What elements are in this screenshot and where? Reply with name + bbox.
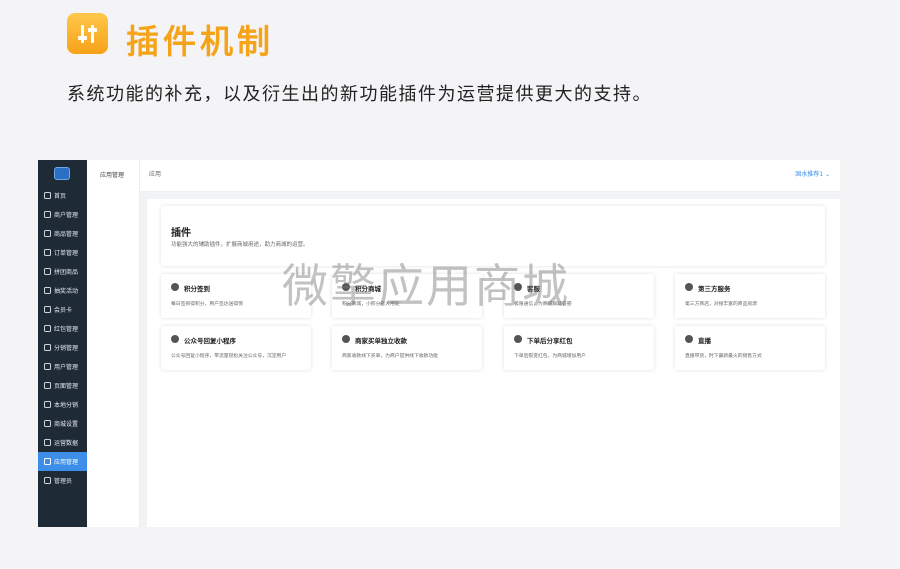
plugin-card-title: 第三方服务 bbox=[698, 285, 731, 293]
plugin-icon bbox=[685, 283, 693, 291]
sidebar-item-distribution[interactable]: 分销管理 bbox=[38, 338, 87, 357]
breadcrumb[interactable]: 应用 bbox=[149, 169, 161, 178]
user-icon bbox=[44, 363, 51, 370]
plugin-card-desc: 商家收款线下买单，为商户提供线下收款功能 bbox=[342, 354, 438, 359]
sidebar-item-home[interactable]: 首页 bbox=[38, 186, 87, 205]
plugin-icon bbox=[685, 335, 693, 343]
sidebar-item-label: 抽奖活动 bbox=[54, 288, 79, 295]
sidebar-item-operations-data[interactable]: 运营数据 bbox=[38, 433, 87, 452]
sidebar-item-label: 本地分销 bbox=[54, 402, 79, 409]
page-icon bbox=[44, 382, 51, 389]
plugin-card-title: 下单后分享红包 bbox=[527, 337, 573, 345]
plugin-card-desc: 公众号回复小程序，带流量轻松关注公众号，沉淀用户 bbox=[171, 354, 287, 359]
admin-icon bbox=[44, 477, 51, 484]
sidebar-item-merchants[interactable]: 商户管理 bbox=[38, 205, 87, 224]
plugin-card-desc: 下单后裂变红包，为商城增加用户 bbox=[514, 354, 586, 359]
sidebar-item-red-packet[interactable]: 红包管理 bbox=[38, 319, 87, 338]
sidebar-item-label: 订单管理 bbox=[54, 250, 79, 257]
sidebar-item-pages[interactable]: 页面管理 bbox=[38, 376, 87, 395]
sidebar-item-label: 页面管理 bbox=[54, 383, 79, 390]
sidebar-item-label: 管理员 bbox=[54, 478, 73, 485]
distribution-icon bbox=[44, 344, 51, 351]
plugin-card-title: 积分签到 bbox=[184, 285, 210, 293]
plugin-card-desc: 每日签到得积分，用户签达送得惊 bbox=[171, 302, 243, 307]
plugin-card[interactable]: 商家买单独立收款 商家收款线下买单，为商户提供线下收款功能 bbox=[332, 326, 482, 370]
plugin-card-desc: 直播带货，时下最新最火的销售方式 bbox=[685, 354, 762, 359]
sidebar-item-label: 商城设置 bbox=[54, 421, 79, 428]
sidebar-item-lottery[interactable]: 抽奖活动 bbox=[38, 281, 87, 300]
plugin-section-title: 插件 bbox=[171, 228, 191, 239]
plugin-card-title: 直播 bbox=[698, 337, 711, 345]
group-icon bbox=[44, 268, 51, 275]
plugin-icon bbox=[171, 335, 179, 343]
sidebar-item-label: 运营数据 bbox=[54, 440, 79, 447]
sidebar: 首页 商户管理 商品管理 订单管理 拼团商品 抽奖活动 会员卡 红包管理 分销管… bbox=[38, 160, 87, 527]
sidebar-item-label: 分销管理 bbox=[54, 345, 79, 352]
cart-icon bbox=[44, 420, 51, 427]
top-bar: 应用 固水推荐1 ⌄ bbox=[140, 160, 840, 192]
watermark: 微擎应用商城 bbox=[282, 259, 570, 313]
sub-navigation: 应用管理 bbox=[87, 160, 140, 527]
plugin-card-title: 公众号回复小程序 bbox=[184, 337, 236, 345]
store-selector[interactable]: 固水推荐1 ⌄ bbox=[795, 169, 830, 178]
gift-icon bbox=[44, 287, 51, 294]
location-icon bbox=[44, 401, 51, 408]
sidebar-item-label: 会员卡 bbox=[54, 307, 73, 314]
sidebar-item-users[interactable]: 用户管理 bbox=[38, 357, 87, 376]
app-logo bbox=[54, 167, 70, 180]
plugin-icon bbox=[514, 335, 522, 343]
order-icon bbox=[44, 249, 51, 256]
sidebar-item-app-management[interactable]: 应用管理 bbox=[38, 452, 87, 471]
plugin-card[interactable]: 公众号回复小程序 公众号回复小程序，带流量轻松关注公众号，沉淀用户 bbox=[161, 326, 311, 370]
plugin-card[interactable]: 下单后分享红包 下单后裂变红包，为商城增加用户 bbox=[504, 326, 654, 370]
plugin-icon bbox=[171, 283, 179, 291]
page-title: 插件机制 bbox=[126, 22, 274, 61]
chart-icon bbox=[44, 439, 51, 446]
sidebar-item-goods[interactable]: 商品管理 bbox=[38, 224, 87, 243]
sidebar-item-group-buy[interactable]: 拼团商品 bbox=[38, 262, 87, 281]
plugin-card-desc: 第三方商店，对接丰富的商品资源 bbox=[685, 302, 757, 307]
sidebar-item-label: 首页 bbox=[54, 193, 67, 200]
sidebar-item-orders[interactable]: 订单管理 bbox=[38, 243, 87, 262]
sidebar-item-local-distribution[interactable]: 本地分销 bbox=[38, 395, 87, 414]
sidebar-item-label: 商品管理 bbox=[54, 231, 79, 238]
sidebar-item-label: 拼团商品 bbox=[54, 269, 79, 276]
plugin-card[interactable]: 直播 直播带货，时下最新最火的销售方式 bbox=[675, 326, 825, 370]
goods-icon bbox=[44, 230, 51, 237]
sidebar-item-mall-settings[interactable]: 商城设置 bbox=[38, 414, 87, 433]
home-icon bbox=[44, 192, 51, 199]
subnav-item-app-management[interactable]: 应用管理 bbox=[100, 170, 124, 179]
plugin-panel: 插件 功能强大的辅助插件，扩展商城用途，助力商城的运营。 积分签到 每日签到得积… bbox=[147, 199, 840, 527]
sidebar-item-label: 应用管理 bbox=[54, 459, 79, 466]
store-icon bbox=[44, 211, 51, 218]
plugin-card[interactable]: 第三方服务 第三方商店，对接丰富的商品资源 bbox=[675, 274, 825, 318]
card-icon bbox=[44, 306, 51, 313]
page-subtitle: 系统功能的补充，以及衍生出的新功能插件为运营提供更大的支持。 bbox=[67, 84, 652, 105]
redpacket-icon bbox=[44, 325, 51, 332]
sidebar-item-admins[interactable]: 管理员 bbox=[38, 471, 87, 490]
plugin-section-desc: 功能强大的辅助插件，扩展商城用途，助力商城的运营。 bbox=[171, 242, 309, 248]
plugin-card-title: 商家买单独立收款 bbox=[355, 337, 407, 345]
main-content: 插件 功能强大的辅助插件，扩展商城用途，助力商城的运营。 积分签到 每日签到得积… bbox=[140, 192, 840, 527]
sidebar-item-member-card[interactable]: 会员卡 bbox=[38, 300, 87, 319]
sliders-icon bbox=[67, 13, 108, 54]
sidebar-item-label: 用户管理 bbox=[54, 364, 79, 371]
sidebar-menu: 首页 商户管理 商品管理 订单管理 拼团商品 抽奖活动 会员卡 红包管理 分销管… bbox=[38, 186, 87, 490]
sidebar-item-label: 商户管理 bbox=[54, 212, 79, 219]
plugin-icon bbox=[342, 335, 350, 343]
app-window: 首页 商户管理 商品管理 订单管理 拼团商品 抽奖活动 会员卡 红包管理 分销管… bbox=[38, 160, 840, 527]
sidebar-item-label: 红包管理 bbox=[54, 326, 79, 333]
settings-icon bbox=[44, 458, 51, 465]
